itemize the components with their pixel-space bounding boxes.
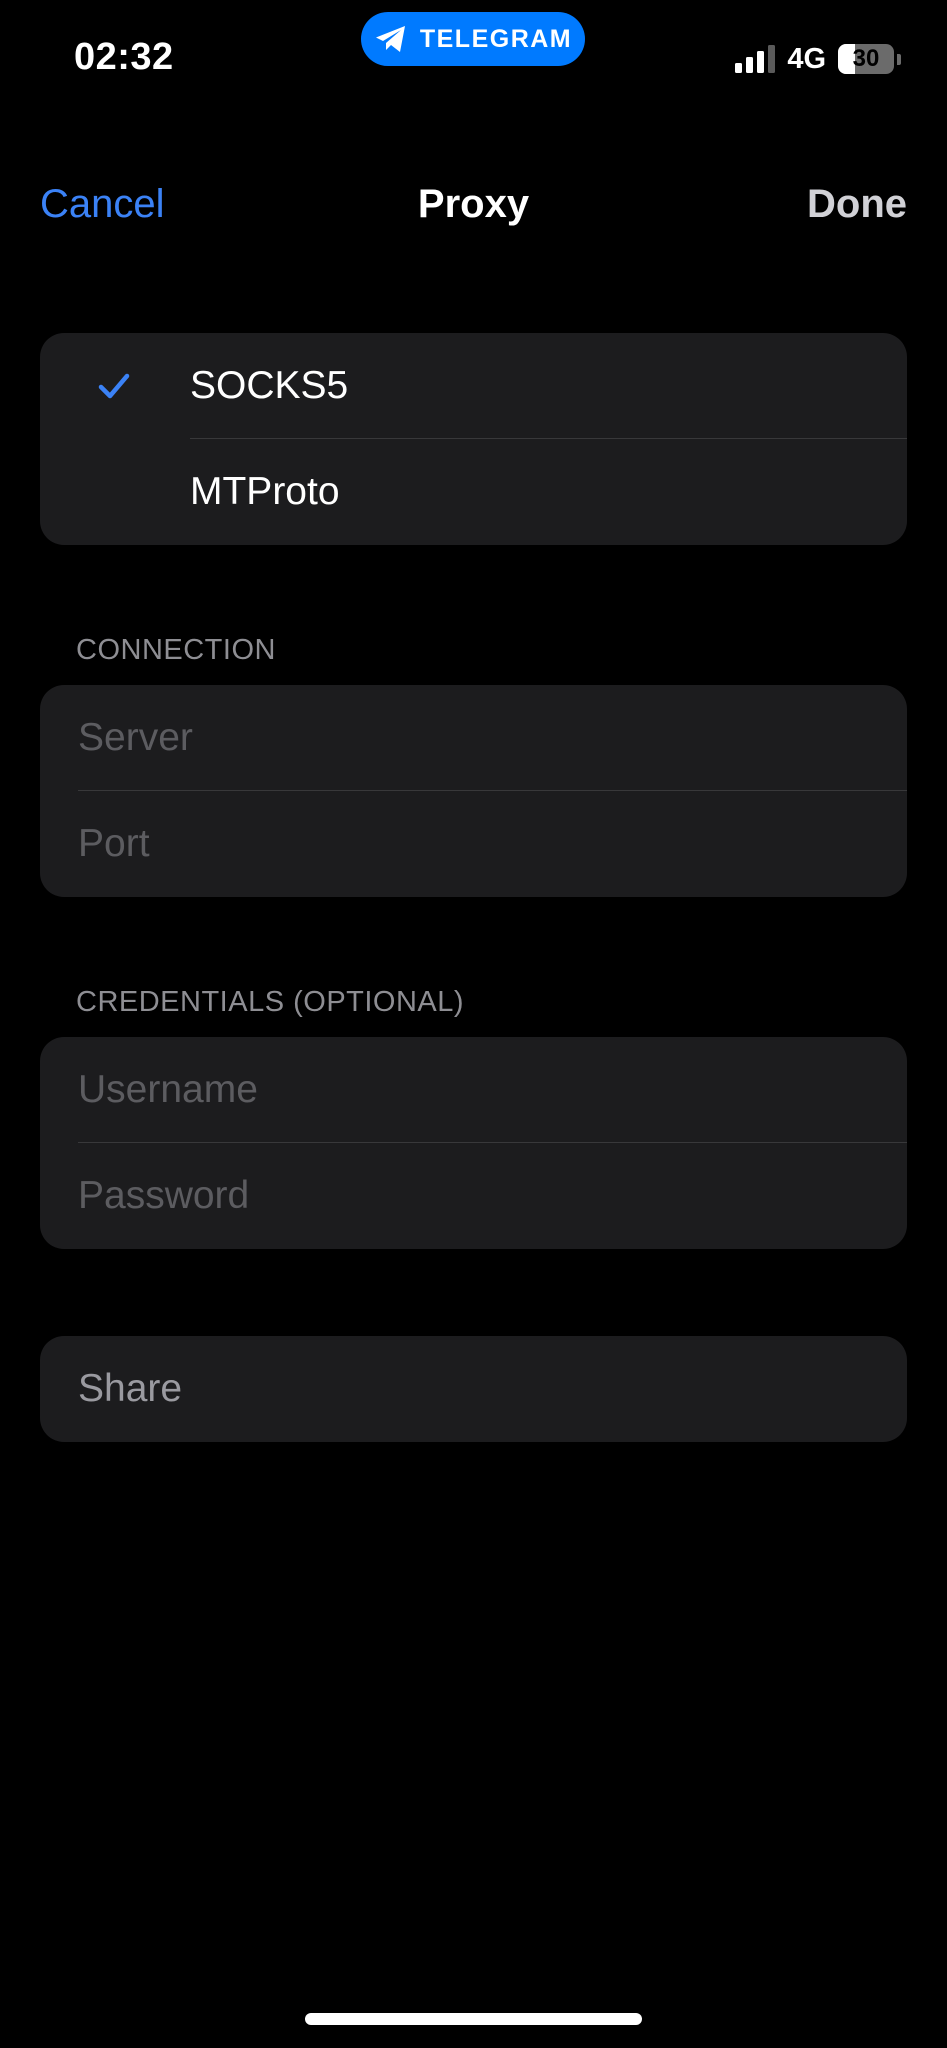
telegram-plane-icon: [375, 26, 405, 52]
password-placeholder: Password: [78, 1174, 250, 1217]
share-group: Share: [40, 1336, 907, 1442]
cancel-button[interactable]: Cancel: [40, 182, 165, 227]
checkmark-icon: [98, 373, 130, 399]
share-label: Share: [78, 1367, 183, 1410]
network-type: 4G: [787, 42, 826, 75]
home-indicator[interactable]: [305, 2013, 642, 2025]
server-placeholder: Server: [78, 716, 193, 759]
password-field[interactable]: Password: [40, 1143, 907, 1249]
status-indicators: 4G 30: [735, 42, 901, 76]
done-button[interactable]: Done: [807, 182, 907, 227]
connection-group: Server Port: [40, 685, 907, 897]
username-field[interactable]: Username: [40, 1037, 907, 1143]
battery-level: 30: [852, 45, 880, 72]
port-field[interactable]: Port: [40, 791, 907, 897]
server-field[interactable]: Server: [40, 685, 907, 791]
status-time: 02:32: [74, 36, 174, 78]
proxy-type-label: MTProto: [190, 470, 340, 513]
proxy-type-socks5[interactable]: SOCKS5: [40, 333, 907, 439]
credentials-group: Username Password: [40, 1037, 907, 1249]
cellular-signal-icon: [735, 45, 776, 73]
pill-label: TELEGRAM: [419, 24, 573, 53]
share-button[interactable]: Share: [40, 1336, 907, 1442]
port-placeholder: Port: [78, 822, 150, 865]
connection-header: CONNECTION: [76, 634, 276, 666]
credentials-header: CREDENTIALS (OPTIONAL): [76, 986, 465, 1018]
username-placeholder: Username: [78, 1068, 258, 1111]
proxy-type-mtproto[interactable]: MTProto: [40, 439, 907, 545]
telegram-call-pill[interactable]: TELEGRAM: [361, 12, 585, 66]
proxy-type-label: SOCKS5: [190, 364, 349, 407]
battery-tip: [897, 53, 901, 65]
proxy-type-group: SOCKS5 MTProto: [40, 333, 907, 545]
battery-icon: 30: [838, 44, 894, 74]
